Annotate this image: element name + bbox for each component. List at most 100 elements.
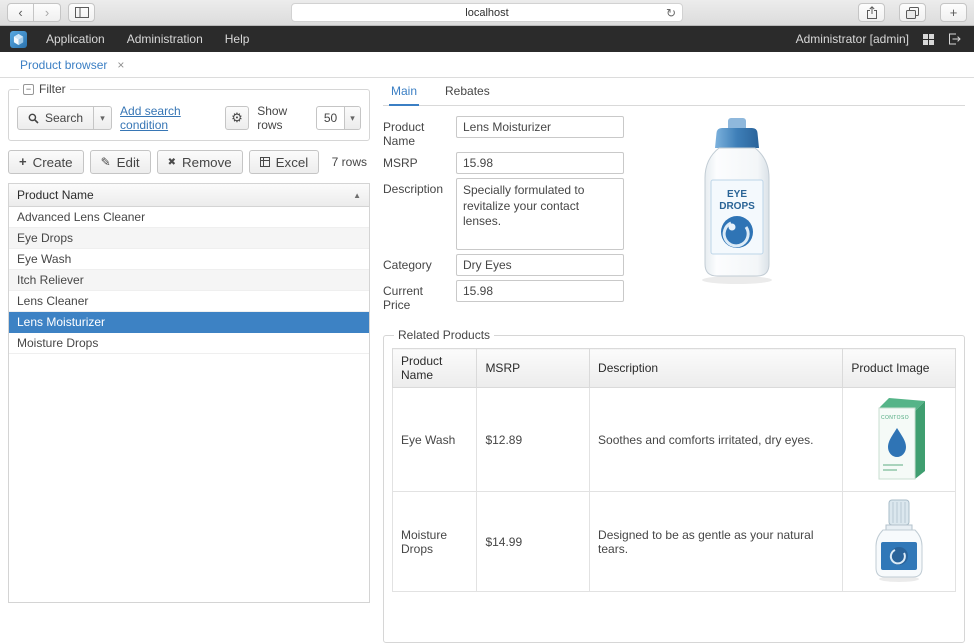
product-row-selected[interactable]: Lens Moisturizer xyxy=(9,312,369,333)
related-product-row[interactable]: Moisture Drops $14.99 Designed to be as … xyxy=(391,491,956,592)
related-products-fieldset: Related Products Product Name MSRP Descr… xyxy=(383,328,965,643)
filter-fieldset: − Filter Search ▾ Add search condition ⚙… xyxy=(8,82,370,141)
category-label: Category xyxy=(383,258,432,272)
sidebar-icon xyxy=(74,7,89,18)
svg-text:CONTOSO: CONTOSO xyxy=(881,415,909,421)
rows-per-page-value: 50 xyxy=(323,111,338,125)
collapse-filter-icon[interactable]: − xyxy=(23,83,34,95)
related-product-row[interactable]: Eye Wash $12.89 Soothes and comforts irr… xyxy=(391,387,956,492)
show-rows-label: Show rows xyxy=(257,104,288,132)
filter-legend: − Filter xyxy=(19,82,70,96)
search-icon xyxy=(28,113,39,124)
plus-icon: + xyxy=(19,154,27,169)
back-button[interactable]: ‹ xyxy=(7,3,34,22)
related-name-cell: Eye Wash xyxy=(391,387,478,492)
current-user-label: Administrator [admin] xyxy=(795,32,909,46)
related-photo-moisture-drops-bottle xyxy=(842,491,956,592)
products-table: Product Name ▲ Advanced Lens Cleaner Eye… xyxy=(8,183,370,603)
tab-rebates[interactable]: Rebates xyxy=(443,79,492,105)
related-name-cell: Moisture Drops xyxy=(391,491,478,592)
svg-text:EYE: EYE xyxy=(727,189,747,200)
rows-count-label: 7 rows xyxy=(331,155,367,169)
product-photo-eye-drops-bottle: EYE DROPS xyxy=(685,116,789,316)
gear-icon: ⚙ xyxy=(231,110,243,125)
filter-legend-text: Filter xyxy=(39,82,66,96)
editor-form: Product Name MSRP Description Specially … xyxy=(383,116,629,316)
apps-grid-icon[interactable] xyxy=(923,33,934,45)
create-button[interactable]: + Create xyxy=(8,150,84,174)
menu-administration[interactable]: Administration xyxy=(116,26,214,52)
tab-product-browser[interactable]: Product browser × xyxy=(9,53,135,77)
products-column-header[interactable]: Product Name ▲ xyxy=(9,184,369,207)
related-msrp-cell: $14.99 xyxy=(476,491,591,592)
nav-buttons: ‹ › xyxy=(7,3,61,22)
remove-button[interactable]: ✖ Remove xyxy=(156,150,243,174)
address-bar[interactable]: localhost ↻ xyxy=(291,3,683,22)
filter-controls: Search ▾ Add search condition ⚙ Show row… xyxy=(17,102,362,132)
refresh-icon[interactable]: ↻ xyxy=(666,6,676,20)
chevron-down-icon[interactable]: ▾ xyxy=(343,107,361,129)
description-label: Description xyxy=(383,182,444,196)
related-col-description[interactable]: Description xyxy=(589,348,844,388)
new-tab-button[interactable]: + xyxy=(940,3,967,22)
browser-chrome: ‹ › localhost ↻ + xyxy=(0,0,974,26)
current-price-field[interactable] xyxy=(456,280,624,302)
category-field[interactable] xyxy=(456,254,624,276)
product-row[interactable]: Itch Reliever xyxy=(9,270,369,291)
excel-export-button[interactable]: Excel xyxy=(248,150,320,174)
tab-overview-button[interactable] xyxy=(899,3,926,22)
product-row[interactable]: Lens Cleaner xyxy=(9,291,369,312)
workspace-tabbar: Product browser × xyxy=(0,52,974,78)
forward-button[interactable]: › xyxy=(34,3,61,22)
share-button[interactable] xyxy=(858,3,885,22)
share-icon xyxy=(866,5,877,19)
table-actions-toolbar: + Create ✎ Edit ✖ Remove Excel 7 rows xyxy=(8,150,370,174)
tab-label: Product browser xyxy=(20,57,108,72)
product-list-panel: − Filter Search ▾ Add search condition ⚙… xyxy=(8,82,370,603)
add-search-condition-link[interactable]: Add search condition xyxy=(120,104,217,132)
chrome-right-buttons: + xyxy=(851,3,967,22)
svg-text:DROPS: DROPS xyxy=(719,201,755,212)
sort-ascending-icon[interactable]: ▲ xyxy=(353,191,361,200)
logout-icon[interactable] xyxy=(948,33,961,45)
current-price-label: Current Price xyxy=(383,284,424,312)
msrp-field[interactable] xyxy=(456,152,624,174)
menu-help[interactable]: Help xyxy=(214,26,261,52)
cross-icon: ✖ xyxy=(167,156,177,168)
search-dropdown-button[interactable]: ▾ xyxy=(94,106,113,130)
tab-main[interactable]: Main xyxy=(389,79,420,106)
description-field[interactable]: Specially formulated to revitalize your … xyxy=(456,178,624,250)
related-description-cell: Designed to be as gentle as your natural… xyxy=(589,491,844,592)
product-editor-panel: Main Rebates Product Name MSRP Descripti… xyxy=(383,79,965,643)
search-split-button: Search ▾ xyxy=(17,106,113,130)
editor-form-area: Product Name MSRP Description Specially … xyxy=(383,116,965,316)
related-col-product-image[interactable]: Product Image xyxy=(842,348,956,388)
related-col-msrp[interactable]: MSRP xyxy=(476,348,591,388)
sidebar-button[interactable] xyxy=(68,3,95,22)
related-photo-eye-wash-box: CONTOSO xyxy=(842,387,956,492)
tab-close-icon[interactable]: × xyxy=(117,58,124,72)
product-row[interactable]: Moisture Drops xyxy=(9,333,369,354)
menubar-right: Administrator [admin] xyxy=(796,32,974,46)
tabs-icon xyxy=(906,6,919,19)
product-row[interactable]: Eye Drops xyxy=(9,228,369,249)
app-logo-icon xyxy=(10,30,27,48)
product-row[interactable]: Eye Wash xyxy=(9,249,369,270)
product-name-field[interactable] xyxy=(456,116,624,138)
product-name-label: Product Name xyxy=(383,120,425,148)
pencil-icon: ✎ xyxy=(100,155,111,169)
app-menubar: Application Administration Help Administ… xyxy=(0,26,974,52)
rows-per-page-select[interactable]: 50 ▾ xyxy=(315,106,362,130)
related-products-table: Product Name MSRP Description Product Im… xyxy=(391,348,956,592)
edit-button[interactable]: ✎ Edit xyxy=(89,150,151,174)
msrp-label: MSRP xyxy=(383,156,418,170)
related-col-product-name[interactable]: Product Name xyxy=(391,348,478,388)
product-row[interactable]: Advanced Lens Cleaner xyxy=(9,207,369,228)
menu-application[interactable]: Application xyxy=(35,26,116,52)
editor-tabs: Main Rebates xyxy=(383,79,965,106)
table-grid-icon xyxy=(259,157,270,167)
filter-settings-button[interactable]: ⚙ xyxy=(224,106,250,130)
search-button[interactable]: Search xyxy=(17,106,95,130)
related-products-legend: Related Products xyxy=(398,328,491,342)
url-text: localhost xyxy=(465,6,509,19)
